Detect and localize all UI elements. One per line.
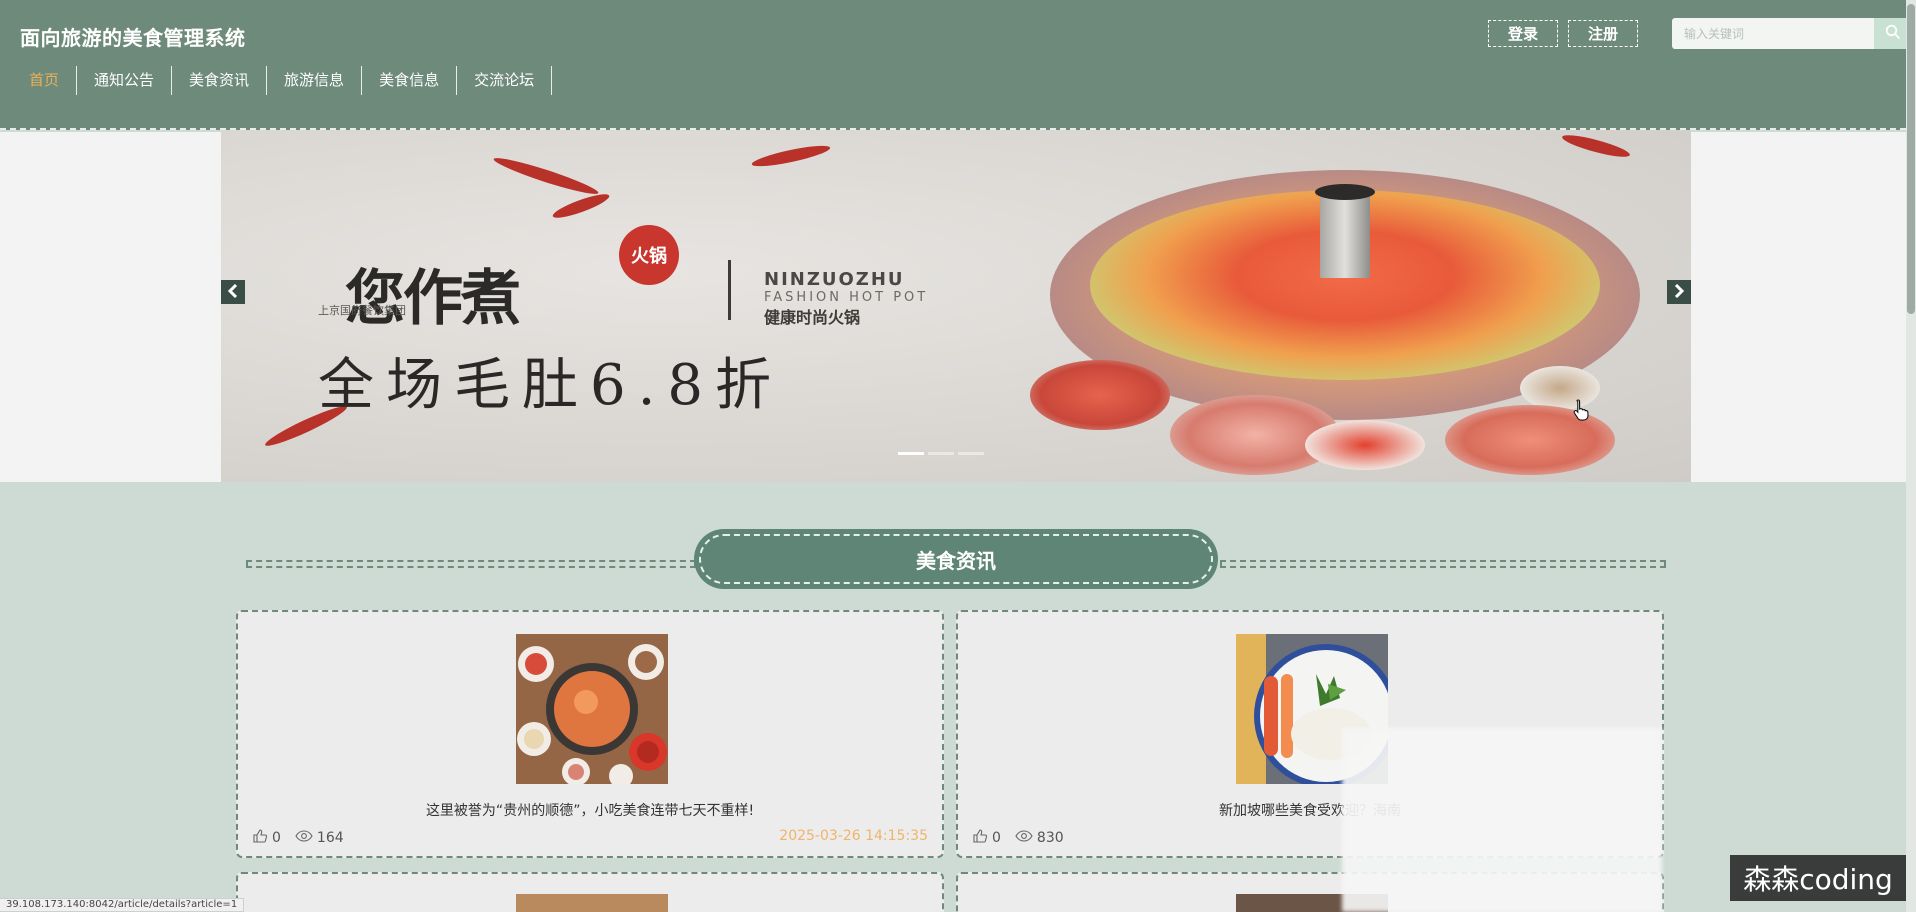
search-box xyxy=(1672,18,1912,49)
news-card-title: 这里被誉为“贵州的顺德”，小吃美食连带七天不重样! xyxy=(425,803,755,819)
hotpot-chimney-image xyxy=(1320,188,1370,278)
carousel-next-button[interactable] xyxy=(1667,280,1691,304)
news-card-image xyxy=(516,634,668,784)
register-button[interactable]: 注册 xyxy=(1568,20,1638,47)
carousel-dot[interactable] xyxy=(958,452,984,455)
eye-icon xyxy=(1015,829,1037,847)
view-count-value: 164 xyxy=(316,830,344,846)
news-card-stats: 0 830 xyxy=(972,828,1078,848)
banner-brand-name: 您作煮 xyxy=(345,264,521,334)
news-card[interactable] xyxy=(236,872,944,912)
thumbs-up-icon xyxy=(252,828,272,848)
carousel-dot[interactable] xyxy=(898,452,924,455)
blurred-region xyxy=(1342,728,1662,912)
news-card-date: 2025-03-26 14:15:35 xyxy=(779,828,928,844)
nav-item-food-info[interactable]: 美食信息 xyxy=(362,66,458,95)
meat-plate-image xyxy=(1030,360,1170,430)
banner-brand-subtitle: 上京国府餐饮集团 xyxy=(318,304,406,317)
chili-decoration xyxy=(1560,131,1632,161)
status-bar-url: 39.108.173.140:8042/article/details?arti… xyxy=(0,898,245,912)
section-divider-left xyxy=(246,560,696,568)
banner-divider xyxy=(728,260,731,320)
carousel-indicators xyxy=(898,452,984,455)
login-button[interactable]: 登录 xyxy=(1488,20,1558,47)
view-count: 164 xyxy=(295,829,344,847)
chili-decoration xyxy=(491,153,601,199)
view-count: 830 xyxy=(1015,829,1064,847)
section-title: 美食资讯 xyxy=(699,534,1213,584)
section-divider-right xyxy=(1220,560,1666,568)
watermark: 森森coding xyxy=(1730,855,1906,901)
banner-brand-tag: 健康时尚火锅 xyxy=(764,308,861,327)
nav-item-food-news[interactable]: 美食资讯 xyxy=(172,66,268,95)
nav-item-forum[interactable]: 交流论坛 xyxy=(457,66,553,95)
carousel-dot[interactable] xyxy=(928,452,954,455)
scrollbar-thumb[interactable] xyxy=(1907,4,1915,314)
banner-brand-en-sub: FASHION HOT POT xyxy=(764,290,929,305)
nav-item-notices[interactable]: 通知公告 xyxy=(77,66,173,95)
news-card-image xyxy=(516,894,668,912)
banner-brand-en: NINZUOZHU xyxy=(764,269,905,290)
main-nav: 首页 通知公告 美食资讯 旅游信息 美食信息 交流论坛 xyxy=(12,66,553,95)
like-count-value: 0 xyxy=(272,830,281,846)
eye-icon xyxy=(295,829,317,847)
like-count[interactable]: 0 xyxy=(972,828,1001,848)
site-title: 面向旅游的美食管理系统 xyxy=(20,26,246,50)
like-count-value: 0 xyxy=(992,830,1001,846)
news-card[interactable]: 这里被誉为“贵州的顺德”，小吃美食连带七天不重样! 0 164 2025-03-… xyxy=(236,610,944,858)
banner-seal: 火锅 xyxy=(619,225,679,285)
chili-decoration xyxy=(750,141,832,171)
news-card-stats: 0 164 xyxy=(252,828,358,848)
search-icon xyxy=(1885,24,1901,44)
like-count[interactable]: 0 xyxy=(252,828,281,848)
hotpot-chimney-top-image xyxy=(1315,184,1375,200)
nav-item-home[interactable]: 首页 xyxy=(12,66,78,95)
page-scrollbar[interactable] xyxy=(1906,0,1916,912)
search-input[interactable] xyxy=(1672,18,1874,49)
chili-decoration xyxy=(550,190,612,222)
header: 面向旅游的美食管理系统 首页 通知公告 美食资讯 旅游信息 美食信息 交流论坛 … xyxy=(0,0,1916,130)
banner-promo-text: 全场毛肚6.8折 xyxy=(318,353,784,418)
mouse-pointer-icon xyxy=(1572,398,1592,426)
chevron-right-icon xyxy=(1673,283,1685,302)
chevron-left-icon xyxy=(227,283,239,302)
chili-sauce-bowl-image xyxy=(1305,420,1425,470)
section-header: 美食资讯 xyxy=(694,529,1218,589)
nav-item-travel-info[interactable]: 旅游信息 xyxy=(267,66,363,95)
thumbs-up-icon xyxy=(972,828,992,848)
carousel-prev-button[interactable] xyxy=(221,280,245,304)
view-count-value: 830 xyxy=(1036,830,1064,846)
